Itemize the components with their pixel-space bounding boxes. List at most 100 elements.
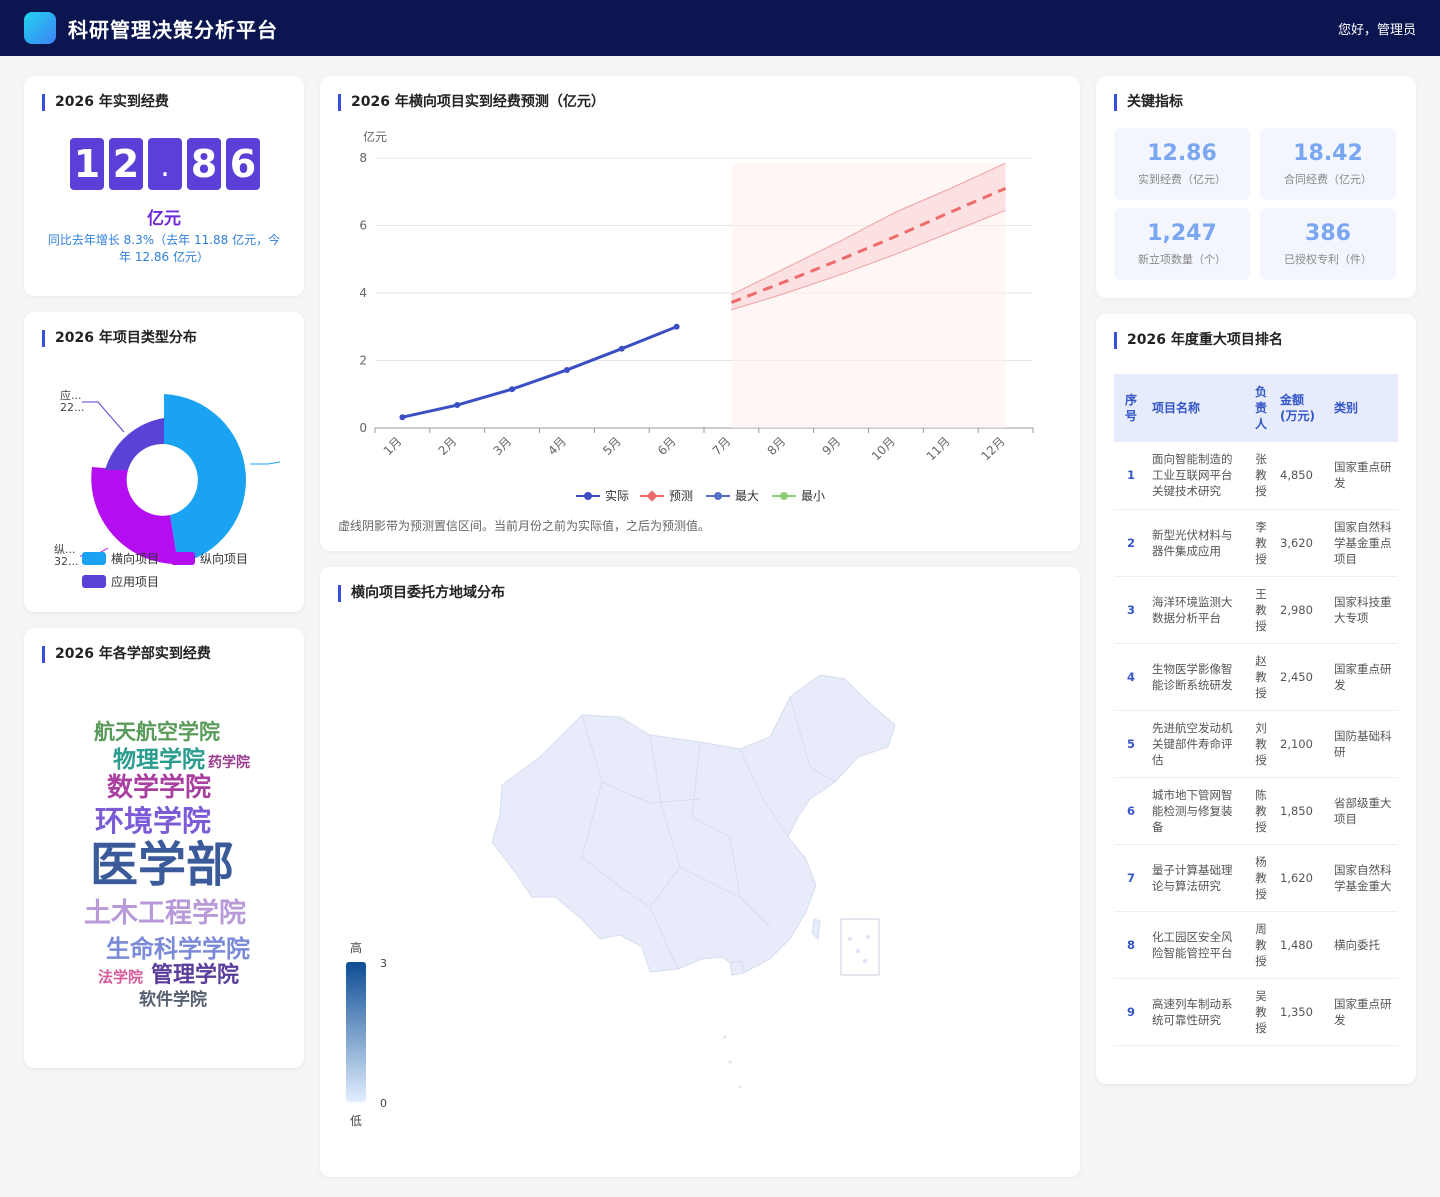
x-tick-label: 11月 <box>924 434 953 463</box>
y-tick-label: 6 <box>359 219 367 233</box>
word-software[interactable]: 软件学院 <box>139 992 207 1009</box>
cell-lead: 张教授 <box>1246 442 1276 510</box>
label-vertical: 纵... 32... <box>54 543 79 568</box>
cell-name: 先进航空发动机关键部件寿命评估 <box>1148 710 1246 778</box>
table-row[interactable]: 7 量子计算基础理论与算法研究 杨教授 1,620 国家自然科学基金重大 <box>1114 844 1398 912</box>
visual-map-low: 低 <box>350 1114 363 1128</box>
funding-digit: 6 <box>226 138 260 190</box>
col-header-name[interactable]: 项目名称 <box>1148 374 1246 442</box>
ranking-header-row: 序号 项目名称 负责人 金额 (万元) 类别 <box>1114 374 1398 442</box>
donut-slice-applied[interactable] <box>105 418 164 470</box>
table-row[interactable]: 1 面向智能制造的工业互联网平台关键技术研究 张教授 4,850 国家重点研发 <box>1114 442 1398 510</box>
south-sea-inset <box>840 918 880 976</box>
cell-name: 城市地下管网智能检测与修复装备 <box>1148 777 1246 845</box>
ranking-title: 2026 年度重大项目排名 <box>1114 332 1283 349</box>
cell-amount: 4,850 <box>1276 442 1330 510</box>
funding-digits: 1 2 . 8 6 <box>70 138 260 190</box>
legend-item-vertical[interactable]: 纵向项目 <box>171 550 248 567</box>
visual-map-min: 0 <box>380 1097 387 1110</box>
legend-marker <box>714 492 722 500</box>
cell-no: 9 <box>1114 978 1148 1046</box>
hainan-shape[interactable] <box>729 960 745 976</box>
cell-name: 量子计算基础理论与算法研究 <box>1148 844 1246 912</box>
cell-type: 横向委托 <box>1330 911 1398 979</box>
x-tick-label: 5月 <box>600 434 624 458</box>
legend-label[interactable]: 实际 <box>605 488 629 503</box>
word-management[interactable]: 管理学院 <box>151 965 239 987</box>
cell-lead: 吴教授 <box>1246 978 1276 1046</box>
donut-slice-horizontal[interactable] <box>164 394 246 564</box>
actual-point <box>509 386 516 393</box>
app-title: 科研管理决策分析平台 <box>68 18 278 42</box>
china-mainland-shape[interactable] <box>491 674 896 973</box>
word-environment[interactable]: 环境学院 <box>95 807 211 836</box>
word-life-science[interactable]: 生命科学学院 <box>106 937 250 961</box>
cell-type: 省部级重大项目 <box>1330 777 1398 845</box>
cell-amount: 3,620 <box>1276 509 1330 577</box>
cell-no: 3 <box>1114 576 1148 644</box>
funding-digit: 8 <box>187 138 221 190</box>
cell-no: 4 <box>1114 643 1148 711</box>
cell-type: 国家科技重大专项 <box>1330 576 1398 644</box>
table-row[interactable]: 8 化工园区安全风险智能管控平台 周教授 1,480 横向委托 <box>1114 911 1398 979</box>
ranking-card: 2026 年度重大项目排名 序号 项目名称 负责人 金额 (万元) 类别 1 面向… <box>1096 314 1416 1084</box>
cell-amount: 1,480 <box>1276 911 1330 979</box>
legend-item-applied[interactable]: 应用项目 <box>82 573 159 590</box>
taiwan-shape[interactable] <box>811 918 821 941</box>
cell-lead: 陈教授 <box>1246 777 1276 845</box>
x-tick-label: 4月 <box>545 434 569 458</box>
table-row[interactable]: 2 新型光伏材料与器件集成应用 李教授 3,620 国家自然科学基金重点项目 <box>1114 509 1398 577</box>
actual-point <box>563 366 570 373</box>
x-tick-label: 2月 <box>436 434 460 458</box>
map-card: 横向项目委托方地域分布 高 低 3 0 <box>320 567 1080 1177</box>
cell-type: 国防基础科研 <box>1330 710 1398 778</box>
kpi-label: 新立项数量（个） <box>1138 253 1226 266</box>
kpi-label: 已授权专利（件） <box>1284 253 1372 266</box>
y-tick-label: 4 <box>359 286 367 300</box>
word-law[interactable]: 法学院 <box>98 970 143 985</box>
kpi-new-projects: 1,247 新立项数量（个） <box>1114 208 1250 280</box>
cell-lead: 赵教授 <box>1246 643 1276 711</box>
word-civil[interactable]: 土木工程学院 <box>84 900 246 927</box>
word-physics[interactable]: 物理学院 <box>113 749 205 772</box>
word-pharmacy[interactable]: 药学院 <box>208 756 250 770</box>
legend-label[interactable]: 最大 <box>735 489 759 503</box>
word-medicine[interactable]: 医学部 <box>90 841 234 889</box>
y-tick-label: 8 <box>359 151 367 165</box>
table-row[interactable]: 4 生物医学影像智能诊断系统研发 赵教授 2,450 国家重点研发 <box>1114 643 1398 711</box>
y-tick-label: 2 <box>359 354 367 368</box>
project-type-card: 2026 年项目类型分布 应... 22... 纵... 32... 横向项目 纵向… <box>24 312 304 612</box>
user-greeting[interactable]: 您好，管理员 <box>1338 19 1416 38</box>
cell-no: 8 <box>1114 911 1148 979</box>
legend-label[interactable]: 最小 <box>801 489 825 503</box>
cell-type: 国家重点研发 <box>1330 643 1398 711</box>
kpi-value: 1,247 <box>1147 221 1217 246</box>
table-row[interactable]: 9 高速列车制动系统可靠性研究 吴教授 1,350 国家重点研发 <box>1114 978 1398 1046</box>
app-logo <box>24 12 56 44</box>
table-row[interactable]: 3 海洋环境监测大数据分析平台 王教授 2,980 国家科技重大专项 <box>1114 576 1398 644</box>
cell-no: 1 <box>1114 442 1148 510</box>
word-math[interactable]: 数学学院 <box>107 775 211 801</box>
visual-map-high: 高 <box>350 941 363 955</box>
cell-no: 5 <box>1114 710 1148 778</box>
kpi-value: 12.86 <box>1147 141 1217 166</box>
forecast-note: 虚线阴影带为预测置信区间。当前月份之前为实际值，之后为预测值。 <box>338 519 711 533</box>
legend-label[interactable]: 预测 <box>669 489 693 503</box>
word-aerospace[interactable]: 航天航空学院 <box>94 722 220 743</box>
cell-amount: 2,980 <box>1276 576 1330 644</box>
cell-type: 国家重点研发 <box>1330 978 1398 1046</box>
cell-type: 国家重点研发 <box>1330 442 1398 510</box>
cell-no: 2 <box>1114 509 1148 577</box>
table-row[interactable]: 6 城市地下管网智能检测与修复装备 陈教授 1,850 省部级重大项目 <box>1114 777 1398 845</box>
kpi-card: 关键指标 12.86 实到经费（亿元） 18.42 合同经费（亿元） 1,247… <box>1096 76 1416 298</box>
visual-map-bar[interactable] <box>346 962 366 1102</box>
table-row[interactable]: 5 先进航空发动机关键部件寿命评估 刘教授 2,100 国防基础科研 <box>1114 710 1398 778</box>
cell-name: 海洋环境监测大数据分析平台 <box>1148 576 1246 644</box>
cell-amount: 2,450 <box>1276 643 1330 711</box>
forecast-chart: 0 2 4 6 8 亿元 1月 2月 3月 4月 5月 6月 7月 8月 9月 10月 11月 12月实际 预测 最大… <box>359 129 1034 503</box>
col-header-type[interactable]: 类别 <box>1330 374 1398 442</box>
col-header-no[interactable]: 序号 <box>1114 374 1148 442</box>
col-header-lead[interactable]: 负责人 <box>1246 374 1276 442</box>
col-header-amount[interactable]: 金额 (万元) <box>1276 374 1330 442</box>
legend-item-horizontal[interactable]: 横向项目 <box>82 550 159 567</box>
